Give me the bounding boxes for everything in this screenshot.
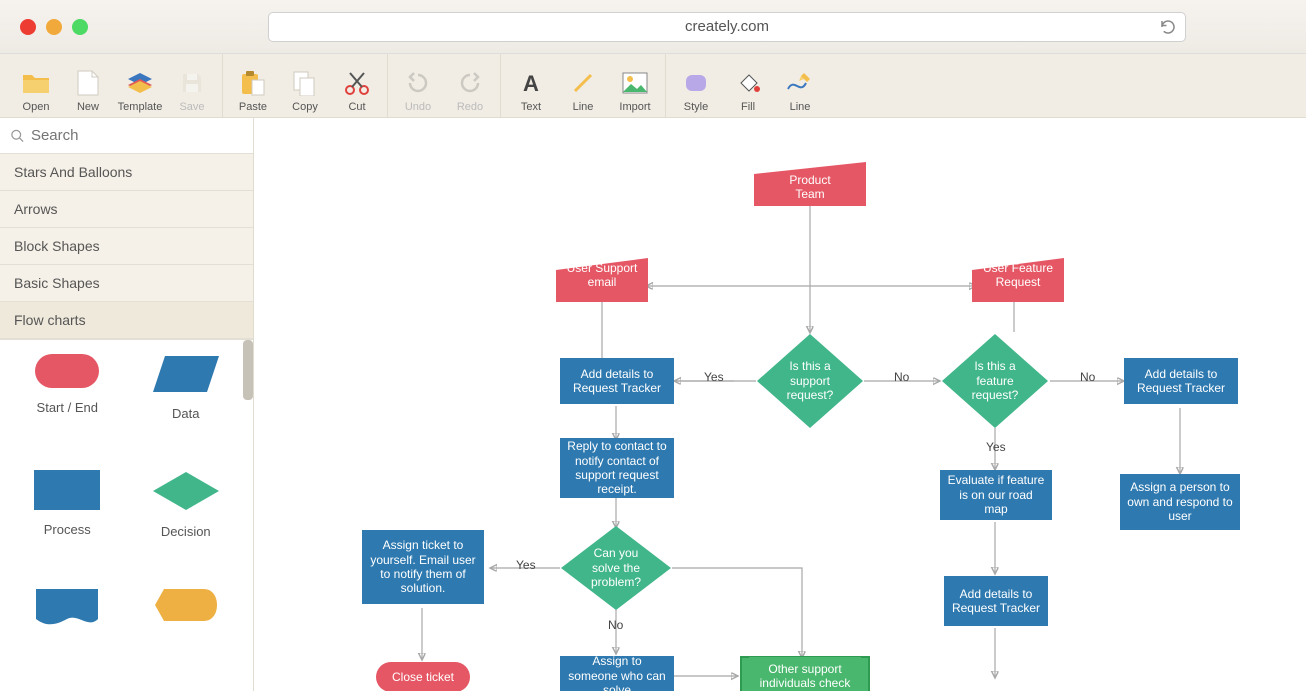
undo-icon [404,69,432,97]
window-controls [20,19,88,35]
palette-startend[interactable]: Start / End [8,354,127,444]
style-button[interactable]: Style [670,69,722,117]
new-button[interactable]: New [62,69,114,117]
window-titlebar: creately.com [0,0,1306,54]
template-button[interactable]: Template [114,69,166,117]
save-icon [178,69,206,97]
process-shape-icon [34,470,100,510]
shape-search-input[interactable] [25,127,243,144]
node-is-support-request[interactable]: Is this a support request? [757,334,863,428]
palette-data[interactable]: Data [127,354,246,444]
category-stars-balloons[interactable]: Stars And Balloons [0,154,253,191]
node-user-feature-request[interactable]: User FeatureRequest [972,258,1064,302]
edge-label-no-1: No [894,370,909,384]
address-bar[interactable]: creately.com [268,12,1186,42]
fill-icon [734,69,762,97]
node-assign-person[interactable]: Assign a person to own and respond to us… [1120,474,1240,530]
category-basic-shapes[interactable]: Basic Shapes [0,265,253,302]
data-shape-icon [151,354,221,394]
node-other-support[interactable]: Other support individuals check [740,656,870,691]
redo-icon [456,69,484,97]
node-assign-ticket[interactable]: Assign ticket to yourself. Email user to… [362,530,484,604]
node-add-details-2[interactable]: Add details to Request Tracker [1124,358,1238,404]
svg-text:A: A [523,71,539,95]
edge-label-yes-3: Yes [516,558,536,572]
palette-document[interactable] [8,588,127,651]
category-block-shapes[interactable]: Block Shapes [0,228,253,265]
search-icon [10,128,25,144]
decision-shape-icon [151,470,221,512]
node-add-details-1[interactable]: Add details to Request Tracker [560,358,674,404]
copy-icon [291,69,319,97]
address-bar-url: creately.com [685,18,769,35]
folder-icon [22,69,50,97]
open-button[interactable]: Open [10,69,62,117]
undo-button[interactable]: Undo [392,69,444,117]
save-button[interactable]: Save [166,69,218,117]
node-product-team[interactable]: ProductTeam [754,162,866,206]
copy-button[interactable]: Copy [279,69,331,117]
line-tool-button[interactable]: Line [557,69,609,117]
style-icon [682,69,710,97]
cut-button[interactable]: Cut [331,69,383,117]
maximize-window-button[interactable] [72,19,88,35]
shape-sidebar: Stars And Balloons Arrows Block Shapes B… [0,118,254,691]
node-reply-contact[interactable]: Reply to contact to notify contact of su… [560,438,674,498]
node-is-feature-request[interactable]: Is this a feature request? [942,334,1048,428]
palette-display[interactable] [127,588,246,651]
redo-button[interactable]: Redo [444,69,496,117]
edge-label-yes-1: Yes [704,370,724,384]
edge-label-yes-2: Yes [986,440,1006,454]
shape-palette: Start / End Data Process Decision [0,339,253,691]
import-button[interactable]: Import [609,69,661,117]
shape-search [0,118,253,154]
reload-icon[interactable] [1159,18,1177,36]
text-tool-button[interactable]: A Text [505,69,557,117]
line-icon [569,69,597,97]
node-close-ticket[interactable]: Close ticket [376,662,470,691]
palette-decision[interactable]: Decision [127,470,246,562]
palette-process[interactable]: Process [8,470,127,562]
pencil-icon [786,69,814,97]
terminator-shape-icon [35,354,99,388]
node-user-support-email[interactable]: User Supportemail [556,258,648,302]
close-window-button[interactable] [20,19,36,35]
document-shape-icon [35,588,99,628]
paste-button[interactable]: Paste [227,69,279,117]
edge-label-no-3: No [608,618,623,632]
node-can-solve[interactable]: Can you solve the problem? [561,526,671,610]
node-assign-someone[interactable]: Assign to someone who can solve [560,656,674,691]
template-icon [126,69,154,97]
line-style-button[interactable]: Line [774,69,826,117]
image-icon [621,69,649,97]
display-shape-icon [154,588,218,622]
node-add-details-3[interactable]: Add details to Request Tracker [944,576,1048,626]
edge-label-no-2: No [1080,370,1095,384]
category-flow-charts[interactable]: Flow charts [0,302,253,339]
paste-icon [239,69,267,97]
new-file-icon [74,69,102,97]
fill-button[interactable]: Fill [722,69,774,117]
minimize-window-button[interactable] [46,19,62,35]
app-toolbar: Open New Template Save Paste Copy Cut [0,54,1306,118]
text-icon: A [517,69,545,97]
category-arrows[interactable]: Arrows [0,191,253,228]
palette-scrollbar[interactable] [243,340,253,400]
node-evaluate-roadmap[interactable]: Evaluate if feature is on our road map [940,470,1052,520]
cut-icon [343,69,371,97]
diagram-canvas[interactable]: ProductTeam User Supportemail User Featu… [254,118,1306,691]
